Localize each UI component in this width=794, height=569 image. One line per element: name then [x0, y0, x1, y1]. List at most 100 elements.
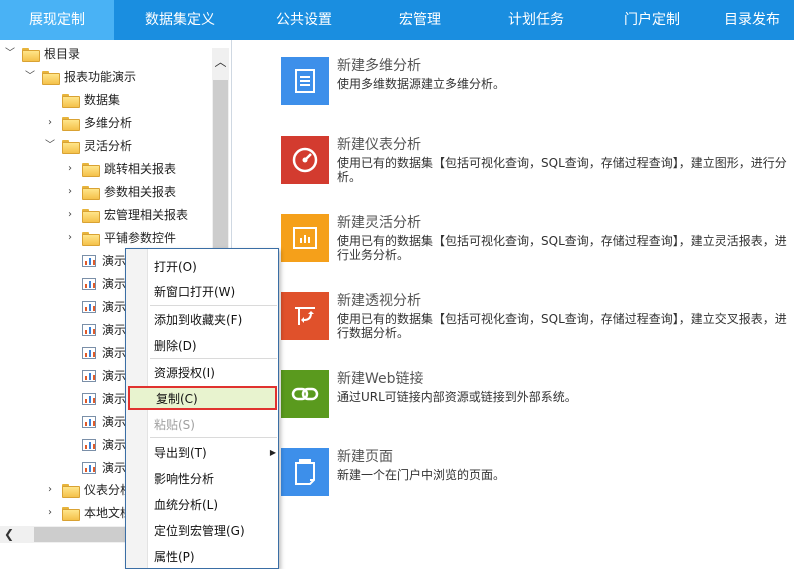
menu-item-open-new-window[interactable]: 新窗口打开(W)	[148, 280, 278, 304]
tree-item-label: 演示	[102, 438, 127, 452]
menu-item-locate-macro[interactable]: 定位到宏管理(G)	[148, 519, 278, 543]
folder-icon	[22, 48, 40, 62]
report-icon	[82, 324, 96, 336]
tree-item-label: 演示	[102, 254, 127, 268]
tree-item-local-docs[interactable]: › 本地文档	[44, 502, 132, 524]
action-title[interactable]: 新建仪表分析	[337, 134, 421, 154]
chevron-down-icon[interactable]: ﹀	[4, 43, 16, 65]
report-icon	[82, 462, 96, 474]
page-icon[interactable]	[281, 448, 329, 496]
tree-item-root[interactable]: ﹀ 根目录	[4, 43, 80, 65]
tree-item-macro[interactable]: › 宏管理相关报表	[64, 204, 188, 226]
menu-item-impact-analysis[interactable]: 影响性分析	[148, 467, 278, 491]
chevron-right-icon[interactable]: ›	[64, 158, 76, 180]
action-title[interactable]: 新建透视分析	[337, 290, 421, 310]
tree-item-report[interactable]: 演示	[82, 457, 126, 479]
tree-item-report[interactable]: 演示	[82, 342, 126, 364]
folder-icon	[62, 94, 80, 108]
tree-item-label: 演示	[102, 277, 127, 291]
action-description: 使用已有的数据集【包括可视化查询，SQL查询，存储过程查询】，建立灵活报表，进行…	[337, 234, 787, 262]
tab-portal-custom[interactable]: 门户定制	[594, 0, 710, 40]
tab-dataset-definition[interactable]: 数据集定义	[114, 0, 246, 40]
tree-item-report[interactable]: 演示	[82, 296, 126, 318]
action-description: 使用已有的数据集【包括可视化查询，SQL查询，存储过程查询】，建立交叉报表，进行…	[337, 312, 787, 340]
chevron-right-icon[interactable]: ›	[64, 227, 76, 249]
report-icon	[82, 370, 96, 382]
menu-item-copy[interactable]: 复制(C)	[128, 386, 277, 410]
tree-item-report[interactable]: 演示	[82, 250, 126, 272]
chevron-up-icon[interactable]: ︿	[212, 48, 229, 76]
folder-icon	[82, 163, 100, 177]
tree-item-report[interactable]: 演示	[82, 365, 126, 387]
chevron-left-icon[interactable]: ❮	[4, 526, 24, 543]
tab-display-custom[interactable]: 展现定制	[0, 0, 114, 40]
chevron-right-icon[interactable]: ›	[64, 181, 76, 203]
tree-item-report[interactable]: 演示	[82, 388, 126, 410]
action-description: 使用多维数据源建立多维分析。	[337, 77, 506, 91]
report-icon	[82, 255, 96, 267]
menu-separator	[150, 358, 277, 359]
pivot-icon[interactable]	[281, 292, 329, 340]
chevron-right-icon[interactable]: ›	[44, 502, 56, 524]
tab-macro-management[interactable]: 宏管理	[362, 0, 478, 40]
tree-item-report[interactable]: 演示	[82, 411, 126, 433]
action-description: 通过URL可链接内部资源或链接到外部系统。	[337, 390, 577, 404]
tree-item-label: 演示	[102, 346, 127, 360]
report-icon	[82, 347, 96, 359]
tree-item-label: 参数相关报表	[104, 185, 177, 199]
chevron-down-icon[interactable]: ﹀	[44, 135, 56, 157]
tab-catalog-publish[interactable]: 目录发布	[710, 0, 794, 40]
tree-item-dashboard[interactable]: › 仪表分析	[44, 479, 132, 501]
tree-item-dataset[interactable]: 数据集	[44, 89, 120, 111]
menu-item-add-favorite[interactable]: 添加到收藏夹(F)	[148, 308, 278, 332]
context-menu: 打开(O) 新窗口打开(W) 添加到收藏夹(F) 删除(D) 资源授权(I) 复…	[125, 248, 279, 569]
chevron-right-icon[interactable]: ›	[64, 204, 76, 226]
tab-scheduled-tasks[interactable]: 计划任务	[478, 0, 594, 40]
folder-icon	[42, 71, 60, 85]
tree-item-report[interactable]: 演示	[82, 273, 126, 295]
tree-item-report[interactable]: 演示	[82, 319, 126, 341]
tree-item-label: 根目录	[44, 47, 81, 61]
action-title[interactable]: 新建页面	[337, 446, 393, 466]
folder-icon	[82, 209, 100, 223]
tree-item-report-demo[interactable]: ﹀ 报表功能演示	[24, 66, 136, 88]
chevron-right-icon[interactable]: ›	[44, 112, 56, 134]
chevron-down-icon[interactable]: ﹀	[24, 66, 36, 88]
document-icon[interactable]	[281, 57, 329, 105]
folder-icon	[82, 232, 100, 246]
report-icon	[82, 393, 96, 405]
menu-item-open[interactable]: 打开(O)	[148, 255, 278, 279]
tree-item-param[interactable]: › 参数相关报表	[64, 181, 176, 203]
tree-item-label: 演示	[102, 415, 127, 429]
top-nav: 展现定制 数据集定义 公共设置 宏管理 计划任务 门户定制 目录发布	[0, 0, 794, 40]
folder-icon	[82, 186, 100, 200]
report-icon	[82, 416, 96, 428]
menu-item-lineage-analysis[interactable]: 血统分析(L)	[148, 493, 278, 517]
tree-item-label: 跳转相关报表	[104, 162, 177, 176]
tree-item-label: 演示	[102, 461, 127, 475]
action-title[interactable]: 新建多维分析	[337, 55, 421, 75]
menu-item-paste[interactable]: 粘贴(S)	[148, 413, 278, 437]
tree-item-label: 灵活分析	[84, 139, 133, 153]
tree-item-jump[interactable]: › 跳转相关报表	[64, 158, 176, 180]
menu-item-export-to[interactable]: 导出到(T) ▶	[148, 441, 278, 465]
link-icon[interactable]	[281, 370, 329, 418]
folder-icon	[62, 140, 80, 154]
tree-item-tiled-param[interactable]: › 平铺参数控件	[64, 227, 176, 249]
menu-item-properties[interactable]: 属性(P)	[148, 545, 278, 569]
tree-item-flexible[interactable]: ﹀ 灵活分析	[44, 135, 132, 157]
tab-common-settings[interactable]: 公共设置	[246, 0, 362, 40]
tree-item-label: 演示	[102, 300, 127, 314]
menu-item-delete[interactable]: 删除(D)	[148, 334, 278, 358]
tree-item-report[interactable]: 演示	[82, 434, 126, 456]
gauge-icon[interactable]	[281, 136, 329, 184]
chart-board-icon[interactable]	[281, 214, 329, 262]
tree-item-label: 报表功能演示	[64, 70, 137, 84]
action-title[interactable]: 新建Web链接	[337, 368, 424, 388]
tree-item-label: 多维分析	[84, 116, 133, 130]
menu-item-resource-auth[interactable]: 资源授权(I)	[148, 361, 278, 385]
chevron-right-icon[interactable]: ›	[44, 479, 56, 501]
action-title[interactable]: 新建灵活分析	[337, 212, 421, 232]
tree-item-multidim[interactable]: › 多维分析	[44, 112, 132, 134]
report-icon	[82, 439, 96, 451]
